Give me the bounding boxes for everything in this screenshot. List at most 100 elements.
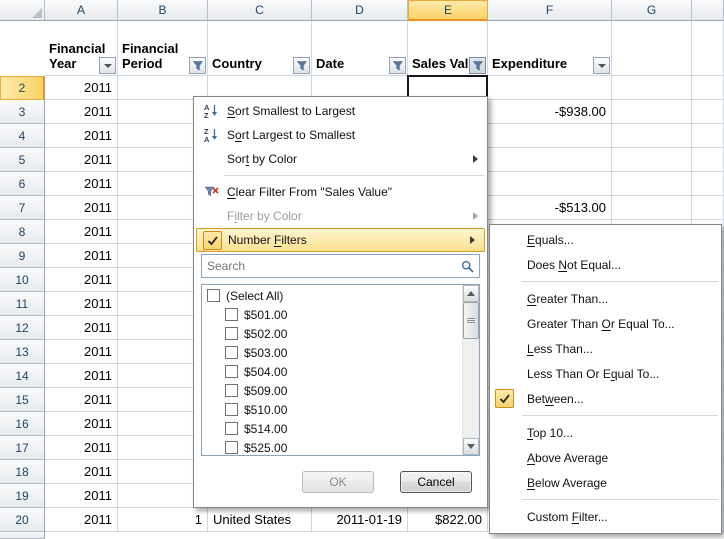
cell-G6[interactable] bbox=[612, 172, 692, 196]
row-header-2[interactable]: 2 bbox=[0, 76, 45, 100]
checkbox-unchecked[interactable] bbox=[225, 327, 238, 340]
row-header-3[interactable]: 3 bbox=[0, 100, 45, 124]
row-header-20[interactable]: 20 bbox=[0, 508, 45, 532]
header-cell-E1[interactable]: Sales Value bbox=[408, 21, 488, 76]
filter-button-C[interactable] bbox=[293, 57, 310, 74]
menu-item-clear-filter-from-sales-value[interactable]: Clear Filter From "Sales Value" bbox=[194, 180, 487, 204]
cell-C20[interactable]: United States bbox=[208, 508, 312, 532]
cell-G7[interactable] bbox=[612, 196, 692, 220]
select-all-corner[interactable] bbox=[0, 0, 45, 21]
row-header-18[interactable]: 18 bbox=[0, 460, 45, 484]
cell-partial-4[interactable] bbox=[692, 124, 724, 148]
cell-A12[interactable]: 2011 bbox=[45, 316, 118, 340]
cell-A15[interactable]: 2011 bbox=[45, 388, 118, 412]
submenu-item-less-than[interactable]: Less Than... bbox=[490, 336, 721, 361]
column-header-F[interactable]: F bbox=[488, 0, 612, 21]
cell-D20[interactable]: 2011-01-19 bbox=[312, 508, 408, 532]
filter-value-item-509-00[interactable]: $509.00 bbox=[202, 381, 462, 400]
header-cell-D1[interactable]: Date bbox=[312, 21, 408, 76]
row-header-11[interactable]: 11 bbox=[0, 292, 45, 316]
row-header-5[interactable]: 5 bbox=[0, 148, 45, 172]
checkbox-unchecked[interactable] bbox=[225, 346, 238, 359]
submenu-item-between[interactable]: Between... bbox=[490, 386, 721, 411]
row-header-17[interactable]: 17 bbox=[0, 436, 45, 460]
cell-A9[interactable]: 2011 bbox=[45, 244, 118, 268]
row-header-15[interactable]: 15 bbox=[0, 388, 45, 412]
cell-A16[interactable]: 2011 bbox=[45, 412, 118, 436]
column-header-B[interactable]: B bbox=[118, 0, 208, 21]
cell-A4[interactable]: 2011 bbox=[45, 124, 118, 148]
column-header-G[interactable]: G bbox=[612, 0, 692, 21]
filter-button-A[interactable] bbox=[99, 57, 116, 74]
submenu-item-less-than-or-equal-to[interactable]: Less Than Or Equal To... bbox=[490, 361, 721, 386]
filter-value-item-501-00[interactable]: $501.00 bbox=[202, 305, 462, 324]
row-header-12[interactable]: 12 bbox=[0, 316, 45, 340]
header-cell-partial[interactable] bbox=[692, 21, 724, 76]
cancel-button[interactable]: Cancel bbox=[400, 471, 472, 493]
menu-item-number-filters[interactable]: Number Filters bbox=[196, 228, 485, 252]
scrollbar[interactable] bbox=[462, 285, 479, 455]
cell-A17[interactable]: 2011 bbox=[45, 436, 118, 460]
filter-button-B[interactable] bbox=[189, 57, 206, 74]
cell-A18[interactable]: 2011 bbox=[45, 460, 118, 484]
filter-button-F[interactable] bbox=[593, 57, 610, 74]
cell-E20[interactable]: $822.00 bbox=[408, 508, 488, 532]
column-header-D[interactable]: D bbox=[312, 0, 408, 21]
header-cell-G1[interactable] bbox=[612, 21, 692, 76]
filter-value-item-select-all[interactable]: (Select All) bbox=[202, 286, 462, 305]
submenu-item-greater-than-or-equal-to[interactable]: Greater Than Or Equal To... bbox=[490, 311, 721, 336]
cell-partial-2[interactable] bbox=[692, 76, 724, 100]
checkbox-unchecked[interactable] bbox=[225, 441, 238, 454]
cell-A3[interactable]: 2011 bbox=[45, 100, 118, 124]
row-header-19[interactable]: 19 bbox=[0, 484, 45, 508]
cell-partial-6[interactable] bbox=[692, 172, 724, 196]
submenu-item-equals[interactable]: Equals... bbox=[490, 227, 721, 252]
header-cell-A1[interactable]: Financial Year bbox=[45, 21, 118, 76]
filter-value-item-525-00[interactable]: $525.00 bbox=[202, 438, 462, 455]
checkbox-unchecked[interactable] bbox=[207, 289, 220, 302]
cell-F4[interactable] bbox=[488, 124, 612, 148]
row-header-8[interactable]: 8 bbox=[0, 220, 45, 244]
header-cell-F1[interactable]: Expenditure bbox=[488, 21, 612, 76]
header-cell-C1[interactable]: Country bbox=[208, 21, 312, 76]
submenu-item-does-not-equal[interactable]: Does Not Equal... bbox=[490, 252, 721, 277]
cell-partial-5[interactable] bbox=[692, 148, 724, 172]
cell-G2[interactable] bbox=[612, 76, 692, 100]
cell-G3[interactable] bbox=[612, 100, 692, 124]
row-header-7[interactable]: 7 bbox=[0, 196, 45, 220]
cell-F3[interactable]: -$938.00 bbox=[488, 100, 612, 124]
submenu-item-custom-filter[interactable]: Custom Filter... bbox=[490, 504, 721, 529]
submenu-item-greater-than[interactable]: Greater Than... bbox=[490, 286, 721, 311]
search-input[interactable] bbox=[202, 259, 455, 273]
filter-value-item-504-00[interactable]: $504.00 bbox=[202, 362, 462, 381]
submenu-item-below-average[interactable]: Below Average bbox=[490, 470, 721, 495]
row-header-6[interactable]: 6 bbox=[0, 172, 45, 196]
header-cell-B1[interactable]: Financial Period bbox=[118, 21, 208, 76]
row-header-9[interactable]: 9 bbox=[0, 244, 45, 268]
checkbox-unchecked[interactable] bbox=[225, 365, 238, 378]
cell-A10[interactable]: 2011 bbox=[45, 268, 118, 292]
cell-A20[interactable]: 2011 bbox=[45, 508, 118, 532]
filter-value-item-510-00[interactable]: $510.00 bbox=[202, 400, 462, 419]
submenu-item-above-average[interactable]: Above Average bbox=[490, 445, 721, 470]
cell-A7[interactable]: 2011 bbox=[45, 196, 118, 220]
cell-F7[interactable]: -$513.00 bbox=[488, 196, 612, 220]
cell-partial-7[interactable] bbox=[692, 196, 724, 220]
cell-F6[interactable] bbox=[488, 172, 612, 196]
column-header-A[interactable]: A bbox=[45, 0, 118, 21]
cell-G4[interactable] bbox=[612, 124, 692, 148]
cell-A6[interactable]: 2011 bbox=[45, 172, 118, 196]
menu-item-sort-largest-to-smallest[interactable]: ZASort Largest to Smallest bbox=[194, 123, 487, 147]
filter-button-D[interactable] bbox=[389, 57, 406, 74]
cell-A2[interactable]: 2011 bbox=[45, 76, 118, 100]
cell-A5[interactable]: 2011 bbox=[45, 148, 118, 172]
cell-A13[interactable]: 2011 bbox=[45, 340, 118, 364]
cell-G5[interactable] bbox=[612, 148, 692, 172]
checkbox-unchecked[interactable] bbox=[225, 403, 238, 416]
cell-F5[interactable] bbox=[488, 148, 612, 172]
cell-A8[interactable]: 2011 bbox=[45, 220, 118, 244]
column-header-E[interactable]: E bbox=[408, 0, 488, 21]
search-icon[interactable] bbox=[455, 260, 479, 273]
row-header-10[interactable]: 10 bbox=[0, 268, 45, 292]
row-header-14[interactable]: 14 bbox=[0, 364, 45, 388]
